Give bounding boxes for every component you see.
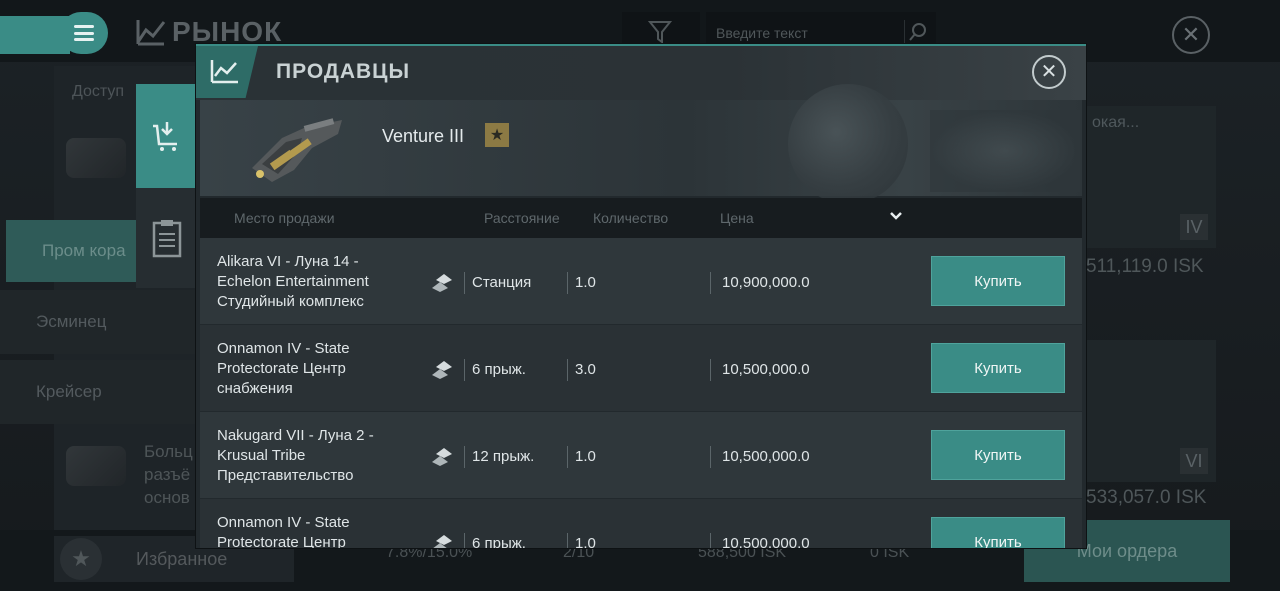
row-distance: 12 прыж. [472, 448, 535, 465]
divider [567, 446, 568, 468]
modal-side-tabs [136, 84, 198, 288]
chart-icon [136, 20, 166, 46]
row-distance: 6 прыж. [472, 361, 526, 378]
market-close-button[interactable]: ✕ [1172, 16, 1210, 54]
star-icon: ★ [60, 538, 102, 580]
row-quantity: 1.0 [575, 448, 596, 465]
search-placeholder: Введите текст [716, 25, 808, 41]
modal-title: ПРОДАВЦЫ [276, 60, 411, 83]
favorite-star-icon[interactable]: ★ [485, 123, 509, 147]
row-distance: Станция [472, 274, 532, 291]
desc-line: основ [144, 488, 190, 507]
table-row: Nakugard VII - Луна 2 - Krusual Tribe Пр… [200, 412, 1082, 498]
favorites-label: Избранное [136, 548, 228, 569]
divider [464, 272, 465, 294]
buy-button[interactable]: Купить [931, 256, 1065, 306]
jump-icon [432, 274, 452, 292]
divider [464, 533, 465, 548]
item-name: Venture III [382, 126, 465, 146]
row-location: Onnamon IV - State Protectorate Центр [217, 514, 350, 548]
clipboard-icon [152, 220, 182, 258]
modal-close-button[interactable]: ✕ [1032, 55, 1066, 89]
desc-line: разъё [144, 465, 191, 484]
table-row: Alikara VI - Луна 14 - Echelon Entertain… [200, 238, 1082, 324]
col-location[interactable]: Место продажи [234, 210, 335, 226]
row-price: 10,500,000.0 [722, 448, 810, 465]
row-price: 10,900,000.0 [722, 274, 810, 291]
row-distance: 6 прыж. [472, 535, 526, 548]
tier-badge: IV [1180, 214, 1208, 240]
jump-icon [432, 448, 452, 466]
buy-tab[interactable] [136, 84, 198, 188]
jump-icon [433, 535, 452, 548]
cart-download-icon [153, 122, 177, 151]
close-icon: ✕ [1181, 22, 1201, 47]
chevron-down-icon[interactable] [888, 208, 904, 224]
desc-line: Больц [144, 442, 193, 461]
row-location: Alikara VI - Луна 14 - Echelon Entertain… [217, 253, 369, 310]
card-caption: окая... [1092, 114, 1140, 131]
chart-icon [210, 60, 238, 84]
divider [464, 446, 465, 468]
table-header: Место продажи Расстояние Количество Цена [200, 198, 1082, 238]
buy-button[interactable]: Купить [931, 343, 1065, 393]
buy-button[interactable]: Купить [931, 517, 1065, 548]
col-price[interactable]: Цена [720, 210, 754, 226]
market-item-card[interactable]: окая... IV [1086, 106, 1216, 248]
divider [710, 359, 711, 381]
ship-thumbnail [66, 446, 126, 486]
item-banner: Venture III ★ [200, 84, 1082, 204]
col-quantity[interactable]: Количество [593, 210, 668, 226]
divider [710, 272, 711, 294]
station-decoration [930, 110, 1080, 192]
sellers-modal: ПРОДАВЦЫ ✕ Venture III ★ Место продажи Р… [196, 44, 1086, 548]
market-item-card[interactable]: VI [1086, 340, 1216, 482]
table-row: Onnamon IV - State Protectorate Центр 6 … [200, 499, 1082, 548]
sellers-list[interactable]: Alikara VI - Луна 14 - Echelon Entertain… [200, 238, 1082, 548]
orders-tab[interactable] [136, 188, 198, 288]
buy-button[interactable]: Купить [931, 430, 1065, 480]
divider [567, 359, 568, 381]
row-location: Nakugard VII - Луна 2 - Krusual Tribe Пр… [217, 427, 374, 484]
divider [464, 359, 465, 381]
row-location: Onnamon IV - State Protectorate Центр сн… [217, 340, 350, 397]
main-menu-button[interactable] [60, 12, 108, 54]
modal-icon-tab [196, 46, 258, 98]
card-price: 511,119.0 ISK [1086, 256, 1204, 277]
filter-icon [648, 21, 673, 44]
col-distance[interactable]: Расстояние [484, 210, 560, 226]
divider [710, 533, 711, 548]
row-quantity: 1.0 [575, 535, 596, 548]
row-quantity: 3.0 [575, 361, 596, 378]
divider [567, 272, 568, 294]
modal-header: ПРОДАВЦЫ ✕ [196, 46, 1086, 100]
search-icon[interactable] [904, 20, 928, 44]
hamburger-icon [74, 25, 94, 41]
divider [567, 533, 568, 548]
category-description: Больц разъё основ [144, 440, 193, 509]
tier-badge: VI [1180, 448, 1208, 474]
ship-thumbnail [66, 138, 126, 178]
close-icon: ✕ [1040, 61, 1058, 83]
card-price: 533,057.0 ISK [1086, 487, 1207, 508]
row-quantity: 1.0 [575, 274, 596, 291]
ship-image [252, 118, 342, 182]
table-row: Onnamon IV - State Protectorate Центр сн… [200, 325, 1082, 411]
jump-icon [432, 361, 452, 379]
divider [710, 446, 711, 468]
planet-decoration [788, 84, 908, 204]
row-price: 10,500,000.0 [722, 535, 810, 548]
row-price: 10,500,000.0 [722, 361, 810, 378]
